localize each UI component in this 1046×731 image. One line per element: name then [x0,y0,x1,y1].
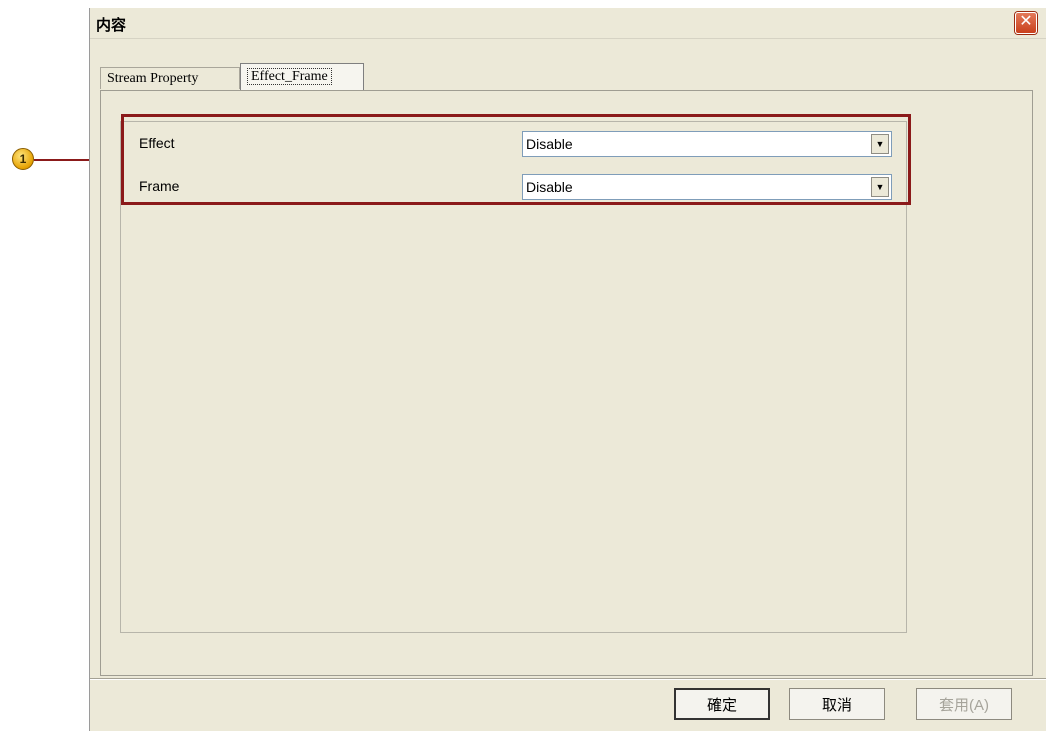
effect-select-value: Disable [526,136,573,152]
tab-effect-frame[interactable]: Effect_Frame [240,63,364,91]
frame-select[interactable]: Disable ▼ [522,174,892,200]
title-bar: 内容 ✕ [90,8,1046,39]
close-icon: ✕ [1019,13,1033,30]
close-button[interactable]: ✕ [1015,12,1037,34]
frame-select-value: Disable [526,179,573,195]
tab-effect-frame-label: Effect_Frame [247,68,332,85]
ok-button[interactable]: 確定 [674,688,770,720]
effect-label: Effect [139,135,175,151]
effect-select[interactable]: Disable ▼ [522,131,892,157]
window-title: 内容 [96,17,127,34]
tab-stream-property[interactable]: Stream Property [100,67,240,89]
frame-label: Frame [139,178,180,194]
callout-marker: 1 [12,148,34,170]
button-divider [90,678,1046,680]
chevron-down-icon[interactable]: ▼ [871,134,889,154]
apply-button: 套用(A) [916,688,1012,720]
chevron-down-icon[interactable]: ▼ [871,177,889,197]
cancel-button[interactable]: 取消 [789,688,885,720]
